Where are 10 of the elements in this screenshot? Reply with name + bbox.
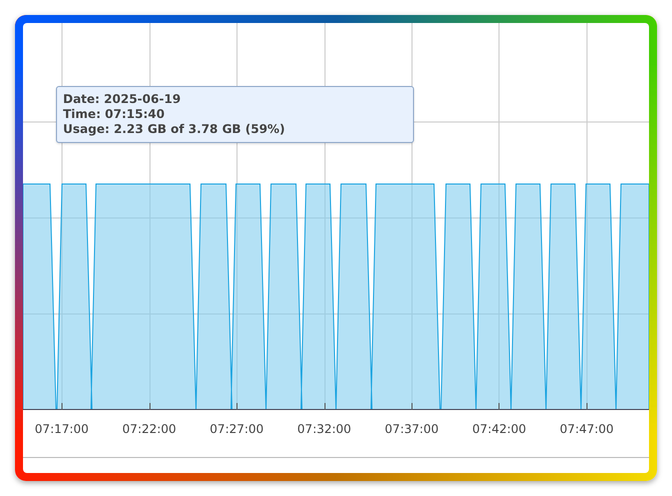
tooltip-text: Date: 2025-06-19 xyxy=(63,92,182,107)
axis-label: 07:32:00 xyxy=(296,422,352,438)
axis-label: 07:27:00 xyxy=(208,422,265,438)
axis-label: 07:22:00 xyxy=(121,422,178,438)
axis-label: 07:42:00 xyxy=(471,422,528,438)
axis-label: 07:47:00 xyxy=(558,422,615,438)
axis-label: 07:37:00 xyxy=(384,422,440,438)
axis-label: 07:17:00 xyxy=(34,422,90,438)
tooltip-text: Time: 07:15:40 xyxy=(63,107,166,122)
tooltip-text: Usage: 2.23 GB of 3.78 GB (59%) xyxy=(63,122,286,137)
